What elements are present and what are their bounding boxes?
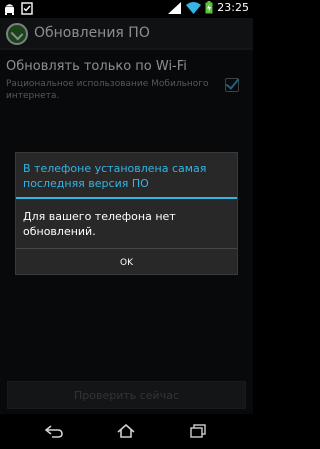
battery-charging-icon — [205, 1, 213, 14]
dialog-title: В телефоне установлена самая последняя в… — [23, 162, 207, 190]
dialog-message: Для вашего телефона нет обновлений. — [23, 210, 176, 238]
notification-icons — [4, 2, 33, 15]
signal-icon — [168, 1, 182, 14]
no-updates-dialog: В телефоне установлена самая последняя в… — [15, 152, 238, 275]
home-button[interactable] — [114, 422, 138, 440]
recent-apps-icon — [190, 424, 206, 438]
android-notification-icon — [5, 4, 14, 15]
back-icon — [44, 425, 63, 438]
checklist-notification-icon — [21, 2, 33, 15]
back-button[interactable] — [42, 422, 66, 440]
wifi-icon — [186, 1, 202, 14]
status-bar: 23:25 — [0, 0, 253, 18]
navigation-bar — [0, 414, 253, 449]
recent-apps-button[interactable] — [186, 422, 210, 440]
dialog-title-divider — [16, 197, 237, 199]
home-icon — [117, 424, 135, 438]
ok-button[interactable]: OK — [16, 249, 237, 274]
clock: 23:25 — [217, 1, 249, 14]
status-right: 23:25 — [168, 1, 249, 14]
